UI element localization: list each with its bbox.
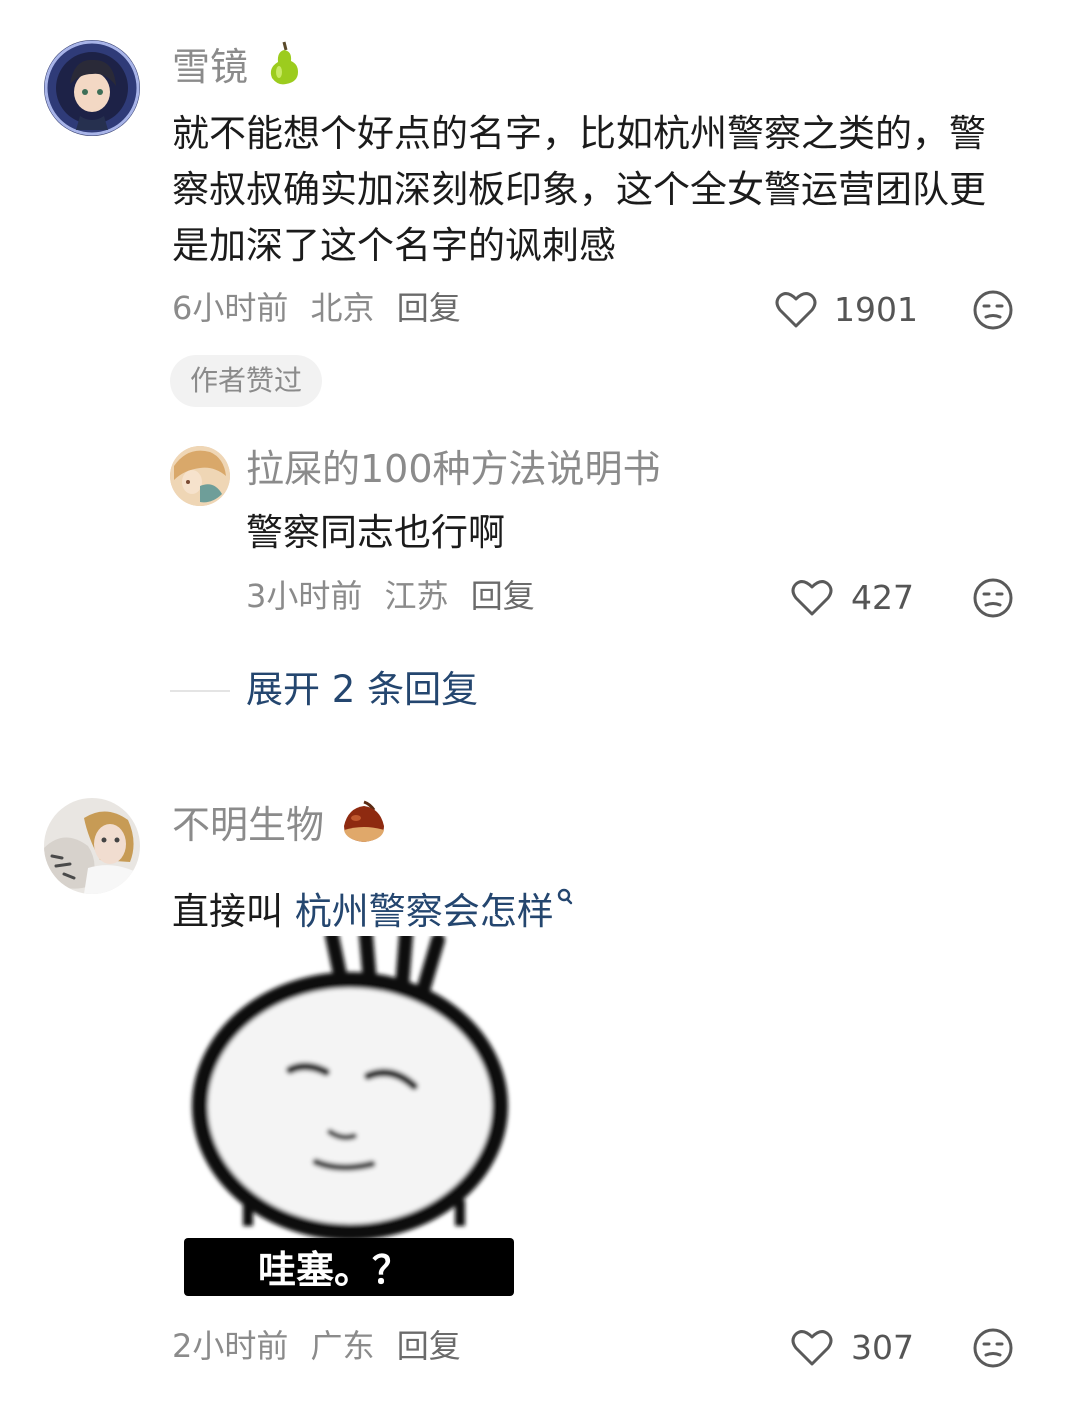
like-count: 1901 xyxy=(834,290,918,329)
comment-text: 直接叫 xyxy=(172,890,295,933)
author-liked-badge: 作者赞过 xyxy=(170,355,323,407)
comment-location: 北京 xyxy=(310,289,375,327)
avatar[interactable] xyxy=(170,446,230,506)
username[interactable]: 不明生物 xyxy=(172,803,324,847)
sticker-caption: 哇塞。？ xyxy=(258,1248,411,1292)
comment-location: 广东 xyxy=(310,1327,375,1365)
divider xyxy=(170,690,230,692)
like-button[interactable] xyxy=(790,576,836,620)
like-button[interactable] xyxy=(790,1326,836,1370)
search-link[interactable]: 杭州警察会怎样 xyxy=(295,890,554,933)
meh-face-icon xyxy=(973,290,1013,330)
meh-face-icon xyxy=(973,578,1013,618)
like-button[interactable] xyxy=(774,288,820,332)
heart-icon xyxy=(775,292,817,328)
sticker-image[interactable]: 哇塞。？ xyxy=(170,936,526,1296)
comment-time: 2小时前 xyxy=(172,1327,289,1365)
dislike-button[interactable] xyxy=(972,289,1014,331)
reply-time: 3小时前 xyxy=(246,577,363,615)
expand-replies-button[interactable]: 展开 2 条回复 xyxy=(246,667,478,713)
reply-text: 警察同志也行啊 xyxy=(246,511,505,554)
dislike-button[interactable] xyxy=(972,1327,1014,1369)
avatar[interactable] xyxy=(44,40,140,136)
reply-button[interactable]: 回复 xyxy=(397,289,461,327)
reply-button[interactable]: 回复 xyxy=(397,1327,461,1365)
avatar[interactable] xyxy=(44,798,140,894)
comment-text: 就不能想个好点的名字，比如杭州警察之类的，警察叔叔确实加深刻板印象，这个全女警运… xyxy=(172,112,986,267)
dislike-button[interactable] xyxy=(972,577,1014,619)
meh-face-icon xyxy=(973,1328,1013,1368)
username[interactable]: 雪镜 xyxy=(172,45,248,89)
heart-icon xyxy=(791,1330,833,1366)
heart-icon xyxy=(791,580,833,616)
reply-button[interactable]: 回复 xyxy=(471,577,535,615)
chestnut-icon xyxy=(340,800,388,854)
like-count: 307 xyxy=(851,1328,914,1367)
like-count: 427 xyxy=(851,578,914,617)
search-icon[interactable] xyxy=(556,866,574,922)
comment-time: 6小时前 xyxy=(172,289,289,327)
username[interactable]: 拉屎的100种方法说明书 xyxy=(246,446,661,492)
pear-icon xyxy=(264,40,304,96)
reply-location: 江苏 xyxy=(384,577,449,615)
